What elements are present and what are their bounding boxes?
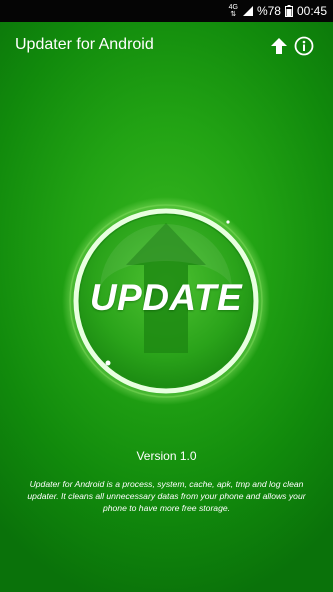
update-label: UPDATE bbox=[89, 277, 243, 318]
arrow-up-icon bbox=[271, 38, 287, 54]
app-screen: 4G ⇅ %78 00:45 Updater for Android UPDAT… bbox=[0, 0, 333, 592]
clock: 00:45 bbox=[296, 4, 327, 18]
signal-icon bbox=[242, 6, 253, 16]
update-button[interactable]: UPDATE bbox=[60, 195, 272, 407]
battery-percent: %78 bbox=[256, 4, 281, 18]
network-type-label: 4G bbox=[228, 4, 238, 11]
app-description: Updater for Android is a process, system… bbox=[27, 479, 306, 513]
version-label: Version 1.0 bbox=[136, 449, 197, 463]
app-title: Updater for Android bbox=[15, 36, 154, 53]
network-type-indicator: 4G ⇅ bbox=[229, 4, 238, 18]
status-bar: 4G ⇅ %78 00:45 bbox=[0, 0, 333, 22]
battery-icon bbox=[284, 5, 293, 17]
data-arrows-icon: ⇅ bbox=[230, 11, 237, 18]
upload-button[interactable] bbox=[267, 34, 291, 58]
app-bar: Updater for Android bbox=[0, 22, 333, 70]
info-icon bbox=[294, 36, 314, 56]
info-button[interactable] bbox=[292, 34, 316, 58]
